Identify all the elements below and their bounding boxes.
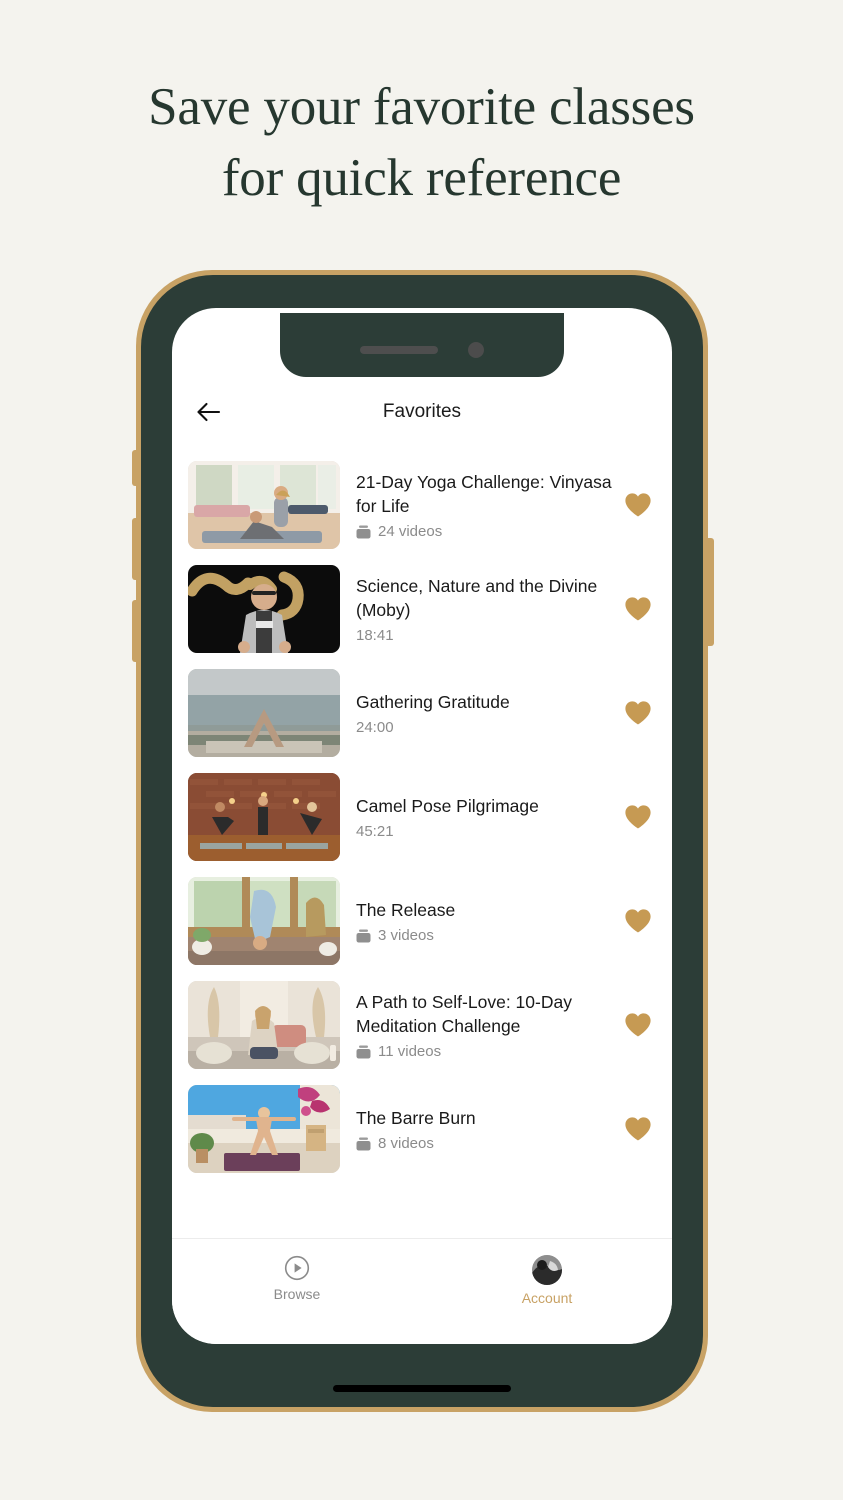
list-item[interactable]: The Barre Burn 8 videos (172, 1077, 672, 1181)
class-meta-text: 24:00 (356, 719, 394, 736)
phone-notch (280, 313, 564, 377)
class-meta-text: 11 videos (378, 1043, 442, 1060)
favorite-toggle[interactable] (618, 589, 658, 629)
class-meta: 3 videos (356, 927, 612, 944)
class-meta-text: 24 videos (378, 523, 443, 540)
tab-account-label: Account (521, 1290, 573, 1306)
stack-icon (356, 1045, 371, 1058)
heart-icon (625, 701, 651, 725)
list-item[interactable]: 21-Day Yoga Challenge: Vinyasa for Life … (172, 453, 672, 557)
tab-browse-label: Browse (273, 1286, 321, 1302)
favorite-toggle[interactable] (618, 1109, 658, 1149)
page-title: Favorites (382, 401, 462, 422)
app-header: Favorites (172, 380, 672, 444)
class-meta: 11 videos (356, 1043, 612, 1060)
page-headline: Save your favorite classes for quick ref… (0, 72, 843, 214)
class-info: The Release 3 videos (340, 898, 618, 944)
class-title: The Barre Burn (356, 1108, 476, 1128)
front-camera-icon (468, 342, 484, 358)
class-meta-text: 18:41 (356, 627, 394, 644)
class-meta: 8 videos (356, 1135, 612, 1152)
class-meta: 18:41 (356, 627, 612, 644)
favorite-toggle[interactable] (618, 901, 658, 941)
avatar-image (532, 1255, 562, 1285)
class-meta: 45:21 (356, 823, 612, 840)
class-thumbnail (188, 565, 340, 653)
arrow-left-icon (197, 402, 221, 422)
home-indicator[interactable] (333, 1385, 511, 1392)
class-meta: 24 videos (356, 523, 612, 540)
favorite-toggle[interactable] (618, 485, 658, 525)
phone-power-button[interactable] (705, 538, 714, 646)
phone-volume-up-button[interactable] (132, 518, 139, 580)
tab-account[interactable]: Account (422, 1255, 672, 1306)
list-item[interactable]: Science, Nature and the Divine (Moby) 18… (172, 557, 672, 661)
phone-screen: Favorites 21-Day Yoga Challenge: Vinyasa… (172, 308, 672, 1344)
class-title: Science, Nature and the Divine (Moby) (356, 576, 598, 620)
class-thumbnail (188, 461, 340, 549)
heart-icon (625, 493, 651, 517)
earpiece-speaker-icon (360, 346, 438, 354)
avatar (532, 1255, 562, 1285)
favorites-list[interactable]: 21-Day Yoga Challenge: Vinyasa for Life … (172, 453, 672, 1193)
class-title: The Release (356, 900, 456, 920)
class-info: The Barre Burn 8 videos (340, 1106, 618, 1152)
thumbnail-speaker-stage-image (188, 565, 340, 653)
class-info: Science, Nature and the Divine (Moby) 18… (340, 574, 618, 644)
play-circle-icon (284, 1255, 310, 1281)
list-item[interactable]: Camel Pose Pilgrimage 45:21 (172, 765, 672, 869)
heart-icon (625, 597, 651, 621)
favorite-toggle[interactable] (618, 693, 658, 733)
stack-icon (356, 929, 371, 942)
list-item[interactable]: A Path to Self-Love: 10-Day Meditation C… (172, 973, 672, 1077)
stack-icon (356, 1137, 371, 1150)
class-meta-text: 3 videos (378, 927, 434, 944)
thumbnail-yoga-studio-image (188, 461, 340, 549)
heart-icon (625, 909, 651, 933)
class-thumbnail (188, 773, 340, 861)
class-info: Gathering Gratitude 24:00 (340, 690, 618, 736)
class-info: A Path to Self-Love: 10-Day Meditation C… (340, 990, 618, 1060)
favorite-toggle[interactable] (618, 1005, 658, 1045)
class-thumbnail (188, 669, 340, 757)
heart-icon (625, 1013, 651, 1037)
thumbnail-rooftop-terrace-image (188, 1085, 340, 1173)
class-title: 21-Day Yoga Challenge: Vinyasa for Life (356, 472, 612, 516)
thumbnail-brick-studio-image (188, 773, 340, 861)
class-meta: 24:00 (356, 719, 612, 736)
headline-line-1: Save your favorite classes (148, 78, 695, 136)
bottom-tab-bar: Browse Account (172, 1238, 672, 1344)
class-title: Camel Pose Pilgrimage (356, 796, 539, 816)
headline-line-2: for quick reference (221, 149, 622, 207)
class-thumbnail (188, 1085, 340, 1173)
class-info: 21-Day Yoga Challenge: Vinyasa for Life … (340, 470, 618, 540)
phone-volume-down-button[interactable] (132, 600, 139, 662)
thumbnail-beach-yoga-image (188, 669, 340, 757)
thumbnail-sunlit-window-image (188, 877, 340, 965)
favorite-toggle[interactable] (618, 797, 658, 837)
class-meta-text: 45:21 (356, 823, 394, 840)
class-title: Gathering Gratitude (356, 692, 510, 712)
class-title: A Path to Self-Love: 10-Day Meditation C… (356, 992, 572, 1036)
list-item[interactable]: Gathering Gratitude 24:00 (172, 661, 672, 765)
list-item[interactable]: The Release 3 videos (172, 869, 672, 973)
phone-mute-switch[interactable] (132, 450, 139, 486)
heart-icon (625, 805, 651, 829)
back-button[interactable] (188, 391, 230, 433)
heart-icon (625, 1117, 651, 1141)
tab-browse[interactable]: Browse (172, 1255, 422, 1302)
class-info: Camel Pose Pilgrimage 45:21 (340, 794, 618, 840)
class-thumbnail (188, 877, 340, 965)
class-meta-text: 8 videos (378, 1135, 434, 1152)
class-thumbnail (188, 981, 340, 1069)
stack-icon (356, 525, 371, 538)
thumbnail-meditation-room-image (188, 981, 340, 1069)
phone-mockup: Favorites 21-Day Yoga Challenge: Vinyasa… (132, 270, 714, 1412)
